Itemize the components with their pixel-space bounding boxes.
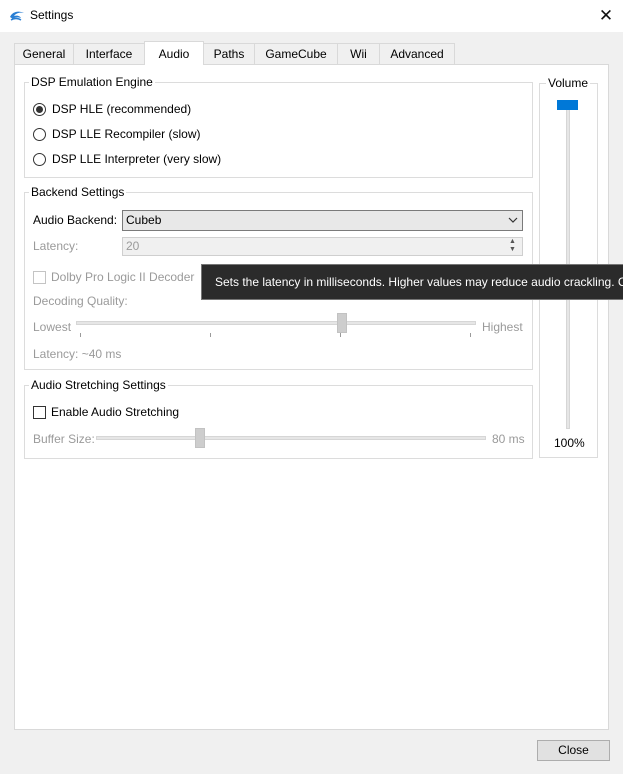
latency-readout: Latency: ~40 ms: [33, 347, 122, 361]
quality-highest-label: Highest: [482, 320, 523, 334]
audio-backend-select[interactable]: [122, 210, 523, 231]
audio-backend-label: Audio Backend:: [33, 213, 118, 227]
slider-tick: [80, 333, 81, 337]
tab-general[interactable]: General: [14, 43, 74, 64]
slider-tick: [470, 333, 471, 337]
tab-audio[interactable]: Audio: [144, 41, 204, 65]
dolphin-icon: [10, 11, 24, 21]
title-bar: [0, 0, 623, 32]
volume-title: Volume: [546, 76, 591, 90]
tab-wii[interactable]: Wii: [337, 43, 380, 64]
dsp-lle-interpreter-radio[interactable]: [33, 153, 46, 166]
buffer-size-slider[interactable]: [96, 436, 486, 440]
backend-settings-title: Backend Settings: [29, 185, 127, 199]
dsp-lle-recompiler-label[interactable]: DSP LLE Recompiler (slow): [52, 127, 201, 141]
tab-advanced[interactable]: Advanced: [379, 43, 455, 64]
latency-spinbox[interactable]: [122, 237, 523, 256]
dsp-lle-interpreter-label[interactable]: DSP LLE Interpreter (very slow): [52, 152, 221, 166]
latency-tooltip: Sets the latency in milliseconds. Higher…: [201, 264, 623, 300]
spin-up-icon[interactable]: ▲: [509, 238, 516, 245]
enable-stretching-label[interactable]: Enable Audio Stretching: [51, 405, 179, 419]
chevron-down-icon: [506, 211, 520, 229]
close-button[interactable]: Close: [537, 740, 610, 761]
audio-stretching-title: Audio Stretching Settings: [29, 378, 168, 392]
tab-paths[interactable]: Paths: [203, 43, 255, 64]
enable-stretching-checkbox[interactable]: [33, 406, 46, 419]
radio-selected-dot: [36, 106, 43, 113]
dsp-engine-title: DSP Emulation Engine: [29, 75, 155, 89]
dolby-label[interactable]: Dolby Pro Logic II Decoder: [51, 270, 194, 284]
audio-backend-value: Cubeb: [126, 213, 162, 227]
tab-interface[interactable]: Interface: [73, 43, 145, 64]
audio-stretching-group: [24, 385, 533, 459]
slider-tick: [340, 333, 341, 337]
decoding-quality-slider[interactable]: [76, 321, 476, 325]
quality-lowest-label: Lowest: [33, 320, 72, 334]
buffer-size-label: Buffer Size:: [33, 432, 95, 446]
volume-value: 100%: [554, 436, 585, 450]
spin-down-icon[interactable]: ▼: [509, 246, 516, 253]
dolby-checkbox[interactable]: [33, 271, 46, 284]
tab-gamecube[interactable]: GameCube: [254, 43, 338, 64]
dsp-hle-radio[interactable]: [33, 103, 46, 116]
latency-value: 20: [126, 239, 140, 253]
buffer-size-thumb[interactable]: [195, 428, 205, 448]
dsp-hle-label[interactable]: DSP HLE (recommended): [52, 102, 191, 116]
dsp-lle-recompiler-radio[interactable]: [33, 128, 46, 141]
close-window-icon[interactable]: ✕: [596, 6, 616, 26]
decoding-quality-thumb[interactable]: [337, 313, 347, 333]
decoding-quality-label: Decoding Quality:: [33, 294, 128, 308]
latency-label: Latency:: [33, 239, 79, 253]
window-title: Settings: [30, 8, 74, 22]
volume-thumb[interactable]: [557, 100, 578, 110]
buffer-size-value: 80 ms: [492, 432, 525, 446]
slider-tick: [210, 333, 211, 337]
